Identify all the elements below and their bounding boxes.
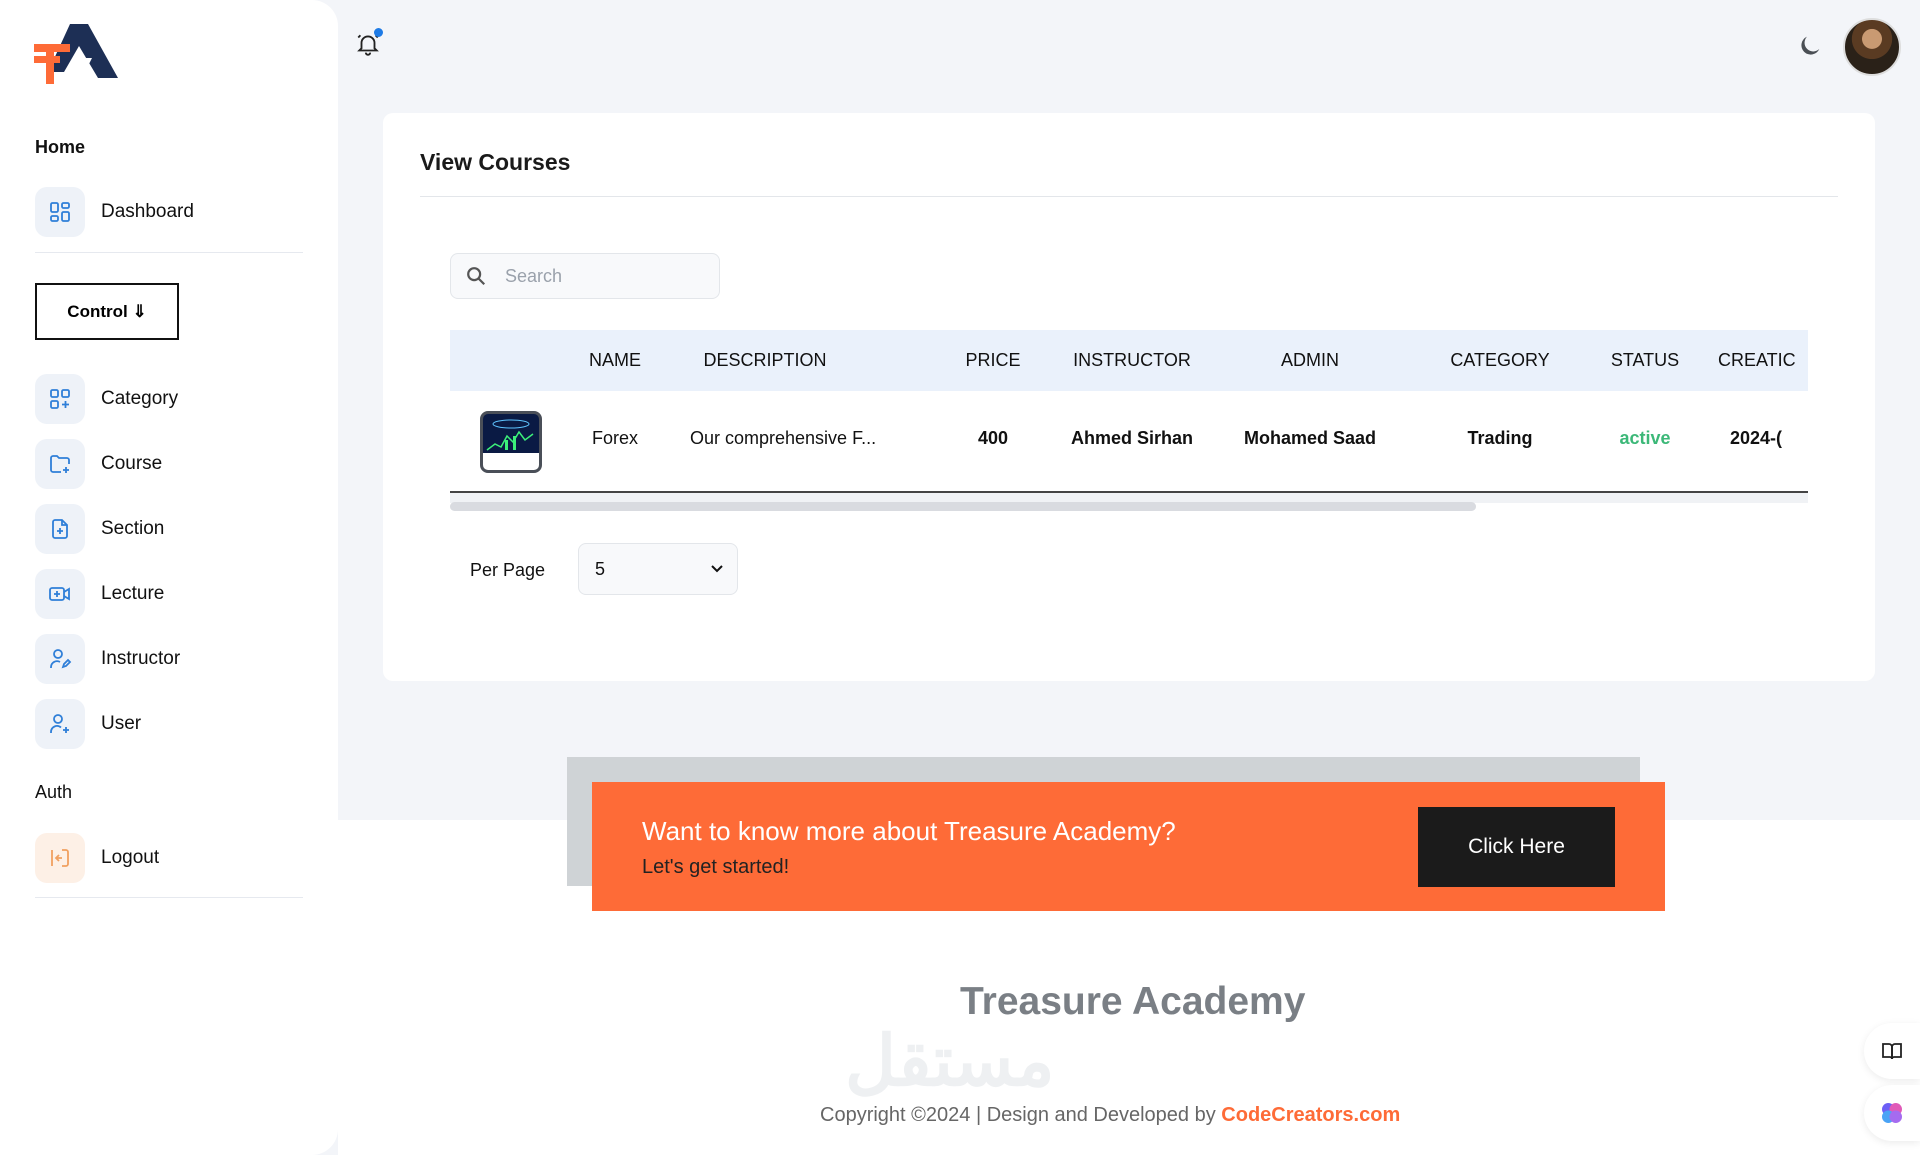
- divider: [35, 252, 303, 253]
- sidebar-item-label: Logout: [101, 847, 160, 868]
- courses-card: View Courses NAME DESCRIPTION PRICE INST…: [383, 113, 1875, 681]
- codecreators-link[interactable]: CodeCreators.com: [1221, 1104, 1400, 1126]
- banner-title: Want to know more about Treasure Academy…: [642, 816, 1176, 846]
- column-header-creation[interactable]: CREATIC: [1718, 330, 1808, 391]
- sidebar-item-logout[interactable]: Logout: [35, 833, 305, 883]
- cell-description: Our comprehensive F...: [690, 428, 877, 448]
- column-header-price[interactable]: PRICE: [958, 330, 1028, 391]
- logout-icon: [35, 833, 85, 883]
- sidebar-item-instructor[interactable]: Instructor: [35, 634, 305, 684]
- sidebar-item-label: Dashboard: [101, 201, 194, 222]
- watermark: مستقل: [845, 1022, 1055, 1100]
- brain-icon: [1882, 1103, 1902, 1123]
- copyright-text: Copyright ©2024 | Design and Developed b…: [820, 1104, 1222, 1126]
- divider: [420, 196, 1838, 197]
- click-here-button[interactable]: Click Here: [1418, 807, 1615, 887]
- sidebar-item-label: Instructor: [101, 648, 181, 669]
- logo[interactable]: [30, 22, 120, 84]
- table-row[interactable]: Forex Our comprehensive F... 400 Ahmed S…: [450, 391, 1808, 486]
- sidebar-item-label: Course: [101, 453, 163, 474]
- column-header-name[interactable]: NAME: [580, 330, 650, 391]
- cta-banner: Want to know more about Treasure Academy…: [592, 782, 1665, 911]
- footer-brand: Treasure Academy: [960, 980, 1306, 1023]
- book-icon: [1882, 1043, 1902, 1060]
- cell-admin: Mohamed Saad: [1243, 428, 1377, 448]
- search-icon: [467, 267, 486, 286]
- dark-mode-moon-icon[interactable]: [1796, 32, 1824, 60]
- courses-table: NAME DESCRIPTION PRICE INSTRUCTOR ADMIN …: [450, 330, 1808, 510]
- sidebar-item-label: Category: [101, 388, 179, 409]
- sidebar-item-category[interactable]: Category: [35, 374, 305, 424]
- course-thumbnail: [480, 411, 542, 473]
- sidebar-item-section[interactable]: Section: [35, 504, 305, 554]
- cell-creation-date: 2024-(: [1730, 428, 1783, 448]
- video-plus-icon: [35, 569, 85, 619]
- page-title: View Courses: [420, 149, 571, 175]
- sidebar-item-course[interactable]: Course: [35, 439, 305, 489]
- cell-price: 400: [977, 428, 1009, 448]
- horizontal-scrollbar-thumb[interactable]: [450, 502, 1476, 511]
- cell-category: Trading: [1467, 428, 1533, 448]
- copyright: Copyright ©2024 | Design and Developed b…: [820, 1104, 1400, 1127]
- cell-instructor: Ahmed Sirhan: [1070, 428, 1194, 448]
- control-toggle-button[interactable]: Control ⇓: [35, 283, 179, 340]
- banner-subtitle: Let's get started!: [642, 856, 790, 878]
- notification-dot: [374, 28, 383, 37]
- sidebar-item-lecture[interactable]: Lecture: [35, 569, 305, 619]
- column-header-description[interactable]: DESCRIPTION: [690, 330, 840, 391]
- column-header-status[interactable]: STATUS: [1600, 330, 1690, 391]
- per-page-select[interactable]: 5: [578, 543, 738, 595]
- cell-name: Forex: [591, 428, 638, 448]
- user-edit-icon: [35, 634, 85, 684]
- avatar[interactable]: [1843, 18, 1901, 76]
- home-heading: Home: [35, 137, 86, 157]
- notification-bell-icon[interactable]: [355, 28, 385, 60]
- chevron-down-icon: [711, 565, 723, 573]
- user-plus-icon: [35, 699, 85, 749]
- sidebar-item-label: Section: [101, 518, 165, 539]
- column-header-category[interactable]: CATEGORY: [1430, 330, 1570, 391]
- sidebar-item-label: Lecture: [101, 583, 165, 604]
- file-plus-icon: [35, 504, 85, 554]
- divider: [35, 897, 303, 898]
- sidebar-item-label: User: [101, 713, 142, 734]
- sidebar-item-user[interactable]: User: [35, 699, 305, 749]
- grid-plus-icon: [35, 374, 85, 424]
- table-header: NAME DESCRIPTION PRICE INSTRUCTOR ADMIN …: [450, 330, 1808, 391]
- per-page-label: Per Page: [470, 560, 546, 580]
- course-thumbnail-chart: [486, 419, 534, 451]
- status-badge: active: [1619, 428, 1671, 448]
- reader-mode-button[interactable]: [1864, 1023, 1920, 1079]
- sidebar: Home Dashboard Control ⇓ Category Course…: [0, 0, 338, 1155]
- ai-assistant-button[interactable]: [1864, 1085, 1920, 1141]
- dashboard-icon: [35, 187, 85, 237]
- search-box[interactable]: [450, 253, 720, 299]
- auth-heading: Auth: [35, 782, 73, 802]
- column-header-instructor[interactable]: INSTRUCTOR: [1062, 330, 1202, 391]
- column-header-admin[interactable]: ADMIN: [1250, 330, 1370, 391]
- per-page-value: 5: [595, 558, 606, 579]
- sidebar-item-dashboard[interactable]: Dashboard: [35, 187, 305, 237]
- search-input[interactable]: [505, 265, 705, 287]
- folder-plus-icon: [35, 439, 85, 489]
